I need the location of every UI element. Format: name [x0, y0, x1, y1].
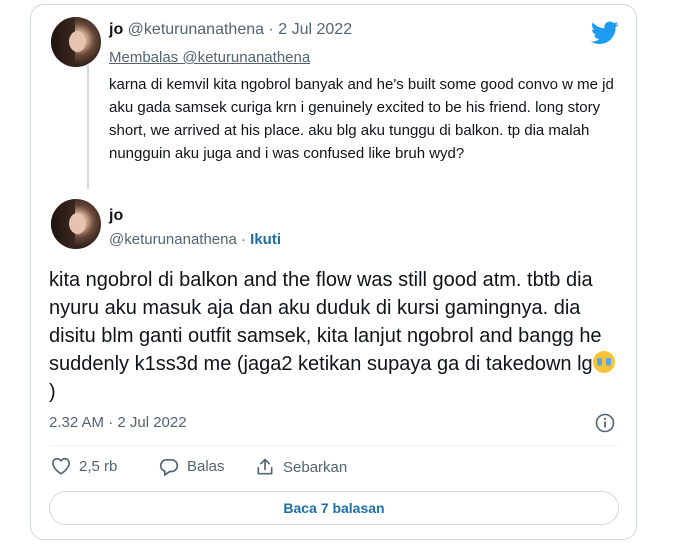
- share-button[interactable]: Sebarkan: [255, 457, 347, 477]
- reply-tweet-header: jo @keturunanathena · 2 Jul 2022: [109, 21, 352, 39]
- read-replies-button[interactable]: Baca 7 balasan: [49, 491, 619, 525]
- reply-tweet-text: karna di kemvil kita ngobrol banyak and …: [109, 76, 614, 162]
- twitter-logo-icon[interactable]: [590, 21, 619, 45]
- author-handle[interactable]: @keturunanathena: [128, 21, 264, 38]
- heart-icon: [51, 457, 71, 475]
- comment-icon: [159, 459, 179, 476]
- author-name[interactable]: jo: [109, 21, 123, 38]
- main-tweet-text: kita ngobrol di balkon and the flow was …: [49, 266, 621, 406]
- like-button[interactable]: 2,5 rb: [51, 457, 117, 475]
- author-name[interactable]: jo: [109, 207, 123, 225]
- reply-label: Balas: [187, 458, 225, 475]
- main-tweet-body: kita ngobrol di balkon and the flow was …: [49, 269, 602, 375]
- thread-line: [87, 65, 89, 189]
- main-tweet-handle-row: @keturunanathena · Ikuti: [109, 231, 281, 248]
- follow-button[interactable]: Ikuti: [250, 231, 281, 248]
- tweet-date[interactable]: 2 Jul 2022: [278, 21, 352, 38]
- replying-to[interactable]: Membalas @keturunanathena: [109, 49, 310, 66]
- avatar[interactable]: [51, 17, 101, 67]
- avatar[interactable]: [51, 199, 101, 249]
- share-icon: [257, 458, 273, 475]
- author-handle[interactable]: @keturunanathena: [109, 231, 237, 248]
- share-label: Sebarkan: [283, 458, 348, 476]
- divider: [49, 445, 618, 446]
- separator-dot: ·: [268, 21, 274, 38]
- info-icon[interactable]: [595, 413, 615, 433]
- tweet-timestamp[interactable]: 2.32 AM · 2 Jul 2022: [49, 414, 187, 431]
- crying-face-icon: [592, 351, 615, 373]
- tweet-card: jo @keturunanathena · 2 Jul 2022 Membala…: [30, 4, 637, 540]
- separator-dot: ·: [241, 231, 246, 248]
- like-count: 2,5 rb: [79, 457, 118, 475]
- main-tweet-text-end: ): [49, 381, 56, 403]
- reply-button[interactable]: Balas: [159, 457, 225, 476]
